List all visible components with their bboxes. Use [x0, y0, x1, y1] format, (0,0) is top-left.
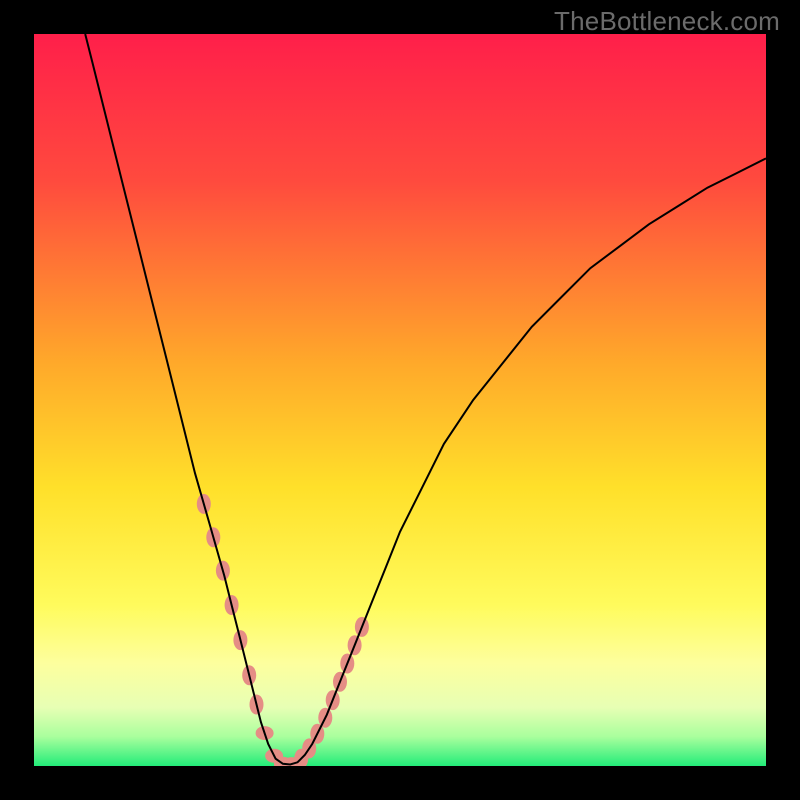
chart-frame: TheBottleneck.com — [0, 0, 800, 800]
plot-area — [34, 34, 766, 766]
gradient-background — [34, 34, 766, 766]
chart-svg — [34, 34, 766, 766]
watermark-text: TheBottleneck.com — [554, 6, 780, 37]
